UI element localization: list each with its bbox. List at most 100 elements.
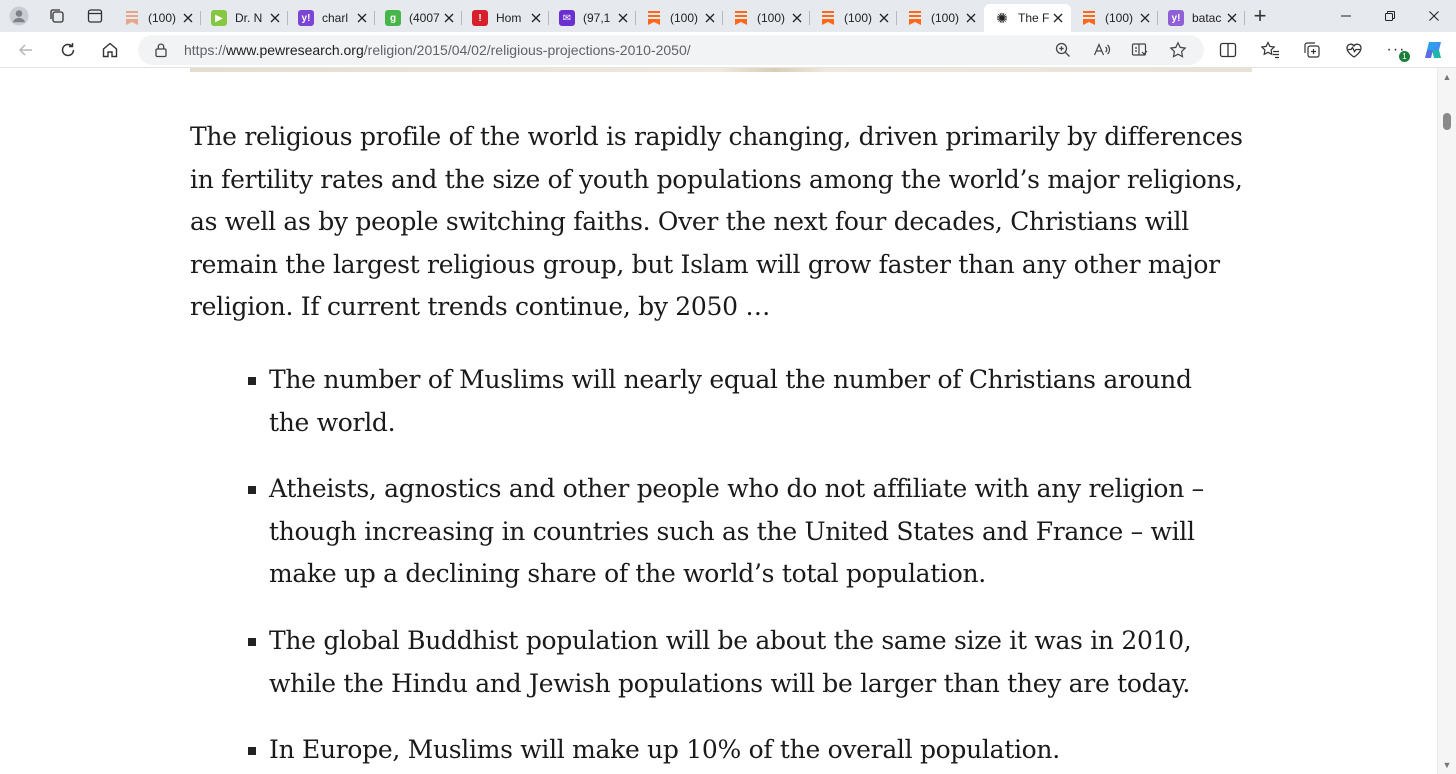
list-item-text: In Europe, Muslims will make up 10% of t…	[269, 735, 1060, 765]
minimize-button[interactable]	[1324, 0, 1368, 32]
tab-actions-button[interactable]	[76, 0, 114, 32]
yahoo-icon: y!	[1168, 10, 1184, 26]
url-path: /religion/2015/04/02/religious-projectio…	[363, 42, 691, 58]
pew-research-icon: ✺	[996, 9, 1008, 26]
gettr-icon: g	[385, 10, 401, 26]
copilot-icon	[1425, 42, 1441, 58]
browser-tab[interactable]: (100)	[114, 4, 201, 32]
tab-close-icon[interactable]	[1225, 11, 1239, 25]
home-icon	[102, 42, 118, 58]
list-item-text: Atheists, agnostics and other people who…	[269, 474, 1204, 589]
new-tab-button[interactable]: +	[1245, 0, 1275, 32]
browser-tab[interactable]: y! charl	[288, 4, 375, 32]
zoom-icon[interactable]	[1052, 39, 1074, 61]
restore-button[interactable]	[1368, 0, 1412, 32]
list-item: In Europe, Muslims will make up 10% of t…	[248, 729, 1235, 772]
tab-title: Hom	[496, 11, 522, 25]
rumble-icon: ▶	[211, 10, 227, 26]
tab-title: The F	[1018, 11, 1050, 25]
scroll-up-arrow-icon[interactable]: ▲	[1442, 72, 1452, 82]
restore-icon	[1385, 11, 1395, 21]
scroll-down-arrow-icon[interactable]: ▼	[1442, 760, 1452, 770]
tab-title: (100)	[757, 11, 786, 25]
vertical-scrollbar[interactable]: ▲ ▼	[1437, 68, 1456, 774]
substack-pale-icon	[124, 10, 140, 26]
refresh-button[interactable]	[54, 36, 82, 64]
refresh-icon	[61, 43, 75, 57]
workspaces-button[interactable]	[38, 0, 76, 32]
browser-tab[interactable]: (100)	[723, 4, 810, 32]
url-host: www.pewresearch.org	[226, 42, 364, 58]
browser-tab[interactable]: ▶ Dr. N	[201, 4, 288, 32]
tab-close-icon[interactable]	[181, 11, 195, 25]
tab-close-icon[interactable]	[616, 11, 630, 25]
tab-close-icon[interactable]	[529, 11, 543, 25]
minimize-icon	[1341, 15, 1351, 17]
read-aloud-icon[interactable]	[1091, 39, 1113, 61]
tab-title: charl	[322, 11, 349, 25]
bullet-square-icon	[248, 486, 256, 495]
list-item: Atheists, agnostics and other people who…	[248, 468, 1235, 596]
substack-icon	[1081, 10, 1097, 26]
bullet-square-icon	[248, 637, 256, 646]
tab-title: (100)	[844, 11, 873, 25]
tab-close-icon[interactable]	[355, 11, 369, 25]
substack-icon	[733, 10, 749, 26]
browser-essentials-button[interactable]	[1342, 38, 1366, 62]
url-text[interactable]: https://www.pewresearch.org/religion/201…	[184, 42, 691, 58]
tab-title: batac	[1192, 11, 1222, 25]
lock-icon[interactable]	[150, 39, 172, 61]
browser-tab[interactable]: ✉ (97,1	[549, 4, 636, 32]
browser-tab[interactable]: (100)	[810, 4, 897, 32]
browser-tab[interactable]: ✺ The F	[984, 4, 1071, 32]
tab-close-icon[interactable]	[442, 11, 456, 25]
browser-tab[interactable]: y! batac	[1158, 4, 1245, 32]
tab-close-icon[interactable]	[268, 11, 282, 25]
substack-icon	[820, 10, 836, 26]
split-screen-button[interactable]	[1216, 38, 1240, 62]
copilot-button[interactable]	[1422, 38, 1446, 62]
browser-tab[interactable]: g (4007	[375, 4, 462, 32]
url-scheme: https://	[184, 42, 227, 58]
list-item: The number of Muslims will nearly equal …	[248, 359, 1235, 444]
hero-image-edge	[190, 68, 1252, 72]
tab-close-icon[interactable]	[1138, 11, 1152, 25]
address-bar[interactable]: https://www.pewresearch.org/religion/201…	[138, 35, 1204, 65]
home-button[interactable]	[96, 36, 124, 64]
favorite-star-icon[interactable]	[1167, 39, 1189, 61]
favorites-button[interactable]	[1258, 38, 1282, 62]
close-icon	[1429, 11, 1439, 21]
tab-title: (100)	[148, 11, 177, 25]
heart-pulse-icon	[1346, 43, 1362, 58]
tab-close-icon[interactable]	[964, 11, 978, 25]
article-lead-paragraph: The religious profile of the world is ra…	[190, 122, 1243, 322]
immersive-reader-icon[interactable]	[1129, 39, 1151, 61]
browser-tab[interactable]: (100)	[636, 4, 723, 32]
browser-tab[interactable]: (100)	[1071, 4, 1158, 32]
tab-title: Dr. N	[235, 11, 263, 25]
vertical-tabs-icon	[87, 9, 103, 23]
settings-more-button[interactable]: ··· 1	[1384, 38, 1410, 62]
tab-strip: (100) ▶ Dr. N y! charl g (4007! Hom ✉ (97,1 (100) (…	[0, 0, 1456, 32]
close-window-button[interactable]	[1412, 0, 1456, 32]
workspaces-icon	[50, 9, 64, 23]
article-body: The religious profile of the world is ra…	[190, 116, 1255, 774]
bullet-square-icon	[248, 747, 256, 756]
browser-tab[interactable]: ! Hom	[462, 4, 549, 32]
tab-close-icon[interactable]	[703, 11, 717, 25]
tab-close-icon[interactable]	[1051, 11, 1065, 25]
plus-icon: +	[1253, 3, 1267, 28]
scrollbar-thumb[interactable]	[1443, 113, 1451, 130]
collections-button[interactable]	[1300, 38, 1324, 62]
browser-tab[interactable]: (100)	[897, 4, 984, 32]
truth-social-icon: !	[472, 10, 488, 26]
tab-close-icon[interactable]	[790, 11, 804, 25]
tab-close-icon[interactable]	[877, 11, 891, 25]
profile-button[interactable]	[0, 0, 38, 32]
tab-title: (4007	[409, 11, 440, 25]
list-item-text: The number of Muslims will nearly equal …	[269, 364, 1192, 437]
yahoo-mail-icon: ✉	[559, 10, 575, 26]
tab-title: (97,1	[583, 11, 611, 25]
back-button[interactable]	[12, 36, 40, 64]
yahoo-icon: y!	[298, 10, 314, 26]
